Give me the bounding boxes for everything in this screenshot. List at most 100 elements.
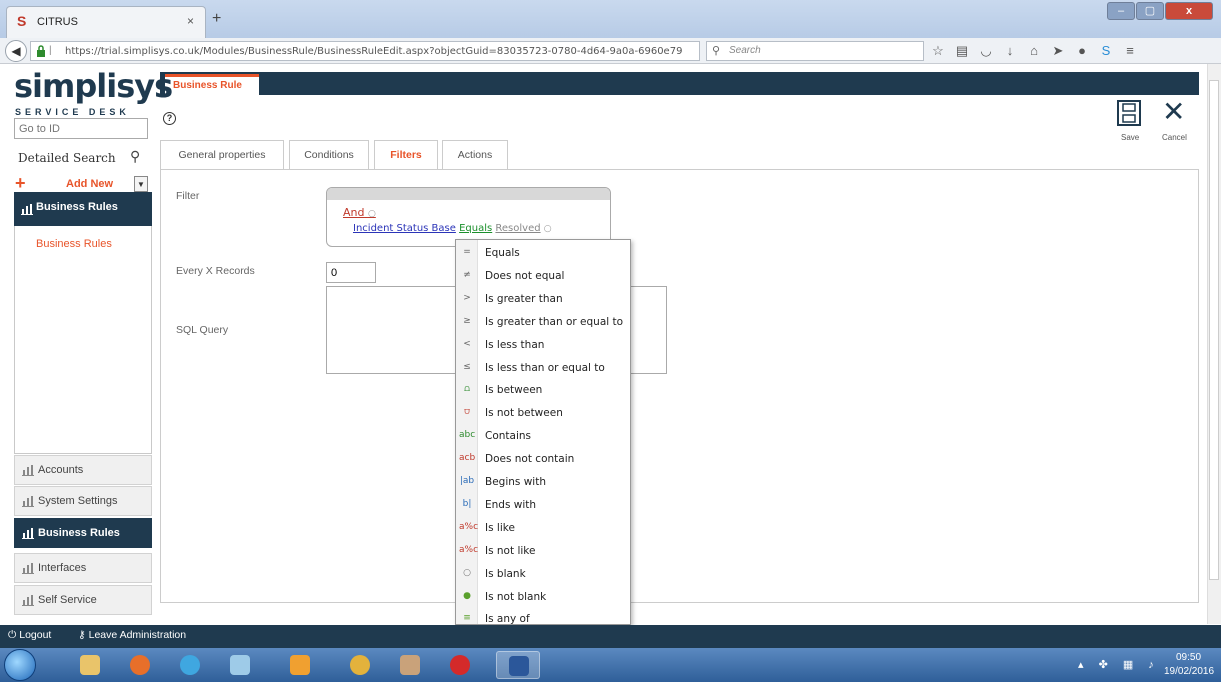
operator-label: Is not like xyxy=(485,544,536,557)
operator-option[interactable]: ⩍ Is between xyxy=(456,379,630,402)
sidenav-accounts[interactable]: Accounts xyxy=(14,455,152,485)
clock-time[interactable]: 09:50 xyxy=(1176,652,1201,663)
chat-icon[interactable]: ● xyxy=(1074,43,1090,59)
search-icon[interactable]: ⚲ xyxy=(130,148,140,165)
sidenav-interfaces[interactable]: Interfaces xyxy=(14,553,152,583)
leave-admin-label: Leave Administration xyxy=(88,629,187,641)
condition-value[interactable]: Resolved xyxy=(495,223,540,234)
circle-add-icon[interactable]: ○ xyxy=(368,209,376,219)
operator-option[interactable]: |ab Begins with xyxy=(456,471,630,494)
operator-label: Is not blank xyxy=(485,590,547,603)
tab-close-icon[interactable]: × xyxy=(187,14,194,28)
send-icon[interactable]: ➤ xyxy=(1050,43,1066,59)
firefox-icon[interactable] xyxy=(118,651,162,679)
paint-icon[interactable] xyxy=(218,651,262,679)
header-tab-business-rule[interactable]: Business Rule xyxy=(165,74,259,98)
system-tray-icons[interactable]: ▴ ✤ ▦ ♪ xyxy=(1078,658,1160,671)
window-minimize-button[interactable]: – xyxy=(1107,2,1135,20)
operator-option[interactable]: < Is less than xyxy=(456,334,630,357)
operator-icon: a%c xyxy=(459,521,479,532)
save-button[interactable] xyxy=(1117,100,1141,126)
operator-option[interactable]: = Equals xyxy=(456,242,630,265)
operator-option[interactable]: ≡ Is any of xyxy=(456,608,630,624)
detailed-search-link[interactable]: Detailed Search xyxy=(18,151,116,165)
sidenav-label: Self Service xyxy=(38,594,97,606)
condition-field[interactable]: Incident Status Base xyxy=(353,223,456,234)
header-tab-label: Business Rule xyxy=(173,80,242,91)
browser-tab[interactable]: S CITRUS × xyxy=(6,6,206,38)
search-icon: ⚲ xyxy=(712,45,721,57)
tab-general-properties[interactable]: General properties xyxy=(160,140,284,170)
start-button[interactable] xyxy=(4,649,36,681)
bookmark-star-icon[interactable]: ☆ xyxy=(930,43,946,59)
content-panel xyxy=(160,169,1199,603)
chrome-icon[interactable] xyxy=(338,651,382,679)
operator-icon: ○ xyxy=(463,567,471,578)
tab-actions[interactable]: Actions xyxy=(442,140,508,170)
menu-icon[interactable]: ≡ xyxy=(1122,43,1138,59)
operator-option[interactable]: ≥ Is greater than or equal to xyxy=(456,311,630,334)
operator-option[interactable]: ≠ Does not equal xyxy=(456,265,630,288)
operator-label: Is blank xyxy=(485,567,526,580)
operator-option[interactable]: ○ Is blank xyxy=(456,563,630,586)
skype-icon[interactable]: S xyxy=(1098,43,1114,59)
operator-icon: ⩍ xyxy=(464,384,470,395)
operator-icon: < xyxy=(463,338,471,349)
operator-option[interactable]: > Is greater than xyxy=(456,288,630,311)
scrollbar-thumb[interactable] xyxy=(1209,80,1219,580)
app-footer: ⏻ Logout ⚷ Leave Administration xyxy=(0,625,1221,648)
leave-admin-link[interactable]: ⚷ Leave Administration xyxy=(78,629,186,641)
url-bar[interactable]: | https://trial.simplisys.co.uk/Modules/… xyxy=(30,41,726,61)
clock-date[interactable]: 19/02/2016 xyxy=(1164,666,1214,677)
operator-option[interactable]: ● Is not blank xyxy=(456,586,630,609)
help-icon[interactable]: ? xyxy=(163,112,176,125)
condition-operator[interactable]: Equals xyxy=(459,223,492,234)
operator-label: Is greater than xyxy=(485,292,563,305)
info-icon[interactable]: | xyxy=(49,45,52,56)
browser-search-input[interactable]: ⚲ Search xyxy=(706,41,924,61)
pocket-icon[interactable]: ◡ xyxy=(978,43,994,59)
window-close-button[interactable]: x xyxy=(1165,2,1213,20)
cancel-button[interactable]: ✕ xyxy=(1162,98,1185,126)
window-maximize-button[interactable]: ▢ xyxy=(1136,2,1164,20)
operator-icon: ⩌ xyxy=(464,407,470,418)
every-x-input[interactable] xyxy=(327,263,373,282)
reading-list-icon[interactable]: ▤ xyxy=(954,43,970,59)
tab-filters[interactable]: Filters xyxy=(374,140,438,170)
sidenav-label: Interfaces xyxy=(38,562,87,574)
opera-icon[interactable] xyxy=(438,651,482,679)
operator-option[interactable]: abc Contains xyxy=(456,425,630,448)
home-icon[interactable]: ⌂ xyxy=(1026,43,1042,59)
goto-id-field[interactable] xyxy=(14,118,148,139)
filter-group-operator[interactable]: And ○ xyxy=(343,206,376,219)
logo-subtitle: SERVICE DESK xyxy=(15,107,130,117)
new-tab-button[interactable]: + xyxy=(212,10,221,28)
operator-option[interactable]: acb Does not contain xyxy=(456,448,630,471)
outlook-icon[interactable] xyxy=(278,651,322,679)
lock-icon xyxy=(37,45,45,57)
sidebar-section-header[interactable]: Business Rules xyxy=(14,192,152,226)
operator-option[interactable]: a%c Is not like xyxy=(456,540,630,563)
every-x-field[interactable] xyxy=(326,262,376,283)
explorer-icon[interactable] xyxy=(68,651,112,679)
download-icon[interactable]: ↓ xyxy=(1002,43,1018,59)
sidebar-item-business-rules[interactable]: Business Rules xyxy=(36,238,112,250)
sidenav-label: Accounts xyxy=(38,464,84,476)
word-icon[interactable] xyxy=(496,651,540,679)
internet-explorer-icon[interactable] xyxy=(168,651,212,679)
bar-chart-icon xyxy=(22,465,34,476)
tab-conditions[interactable]: Conditions xyxy=(289,140,369,170)
sidenav-system-settings[interactable]: System Settings xyxy=(14,486,152,516)
circle-remove-icon[interactable]: ○ xyxy=(544,224,552,234)
operator-option[interactable]: b| Ends with xyxy=(456,494,630,517)
back-arrow-icon[interactable]: ◀ xyxy=(5,40,27,62)
sidenav-business-rules[interactable]: Business Rules xyxy=(14,518,152,548)
sidenav-self-service[interactable]: Self Service xyxy=(14,585,152,615)
operator-option[interactable]: ⩌ Is not between xyxy=(456,402,630,425)
chevron-down-icon[interactable]: ▼ xyxy=(134,176,148,192)
operator-option[interactable]: a%c Is like xyxy=(456,517,630,540)
goto-id-input[interactable] xyxy=(15,119,145,138)
operator-option[interactable]: ≤ Is less than or equal to xyxy=(456,357,630,380)
app-icon[interactable] xyxy=(388,651,432,679)
logout-link[interactable]: ⏻ Logout xyxy=(8,629,51,642)
